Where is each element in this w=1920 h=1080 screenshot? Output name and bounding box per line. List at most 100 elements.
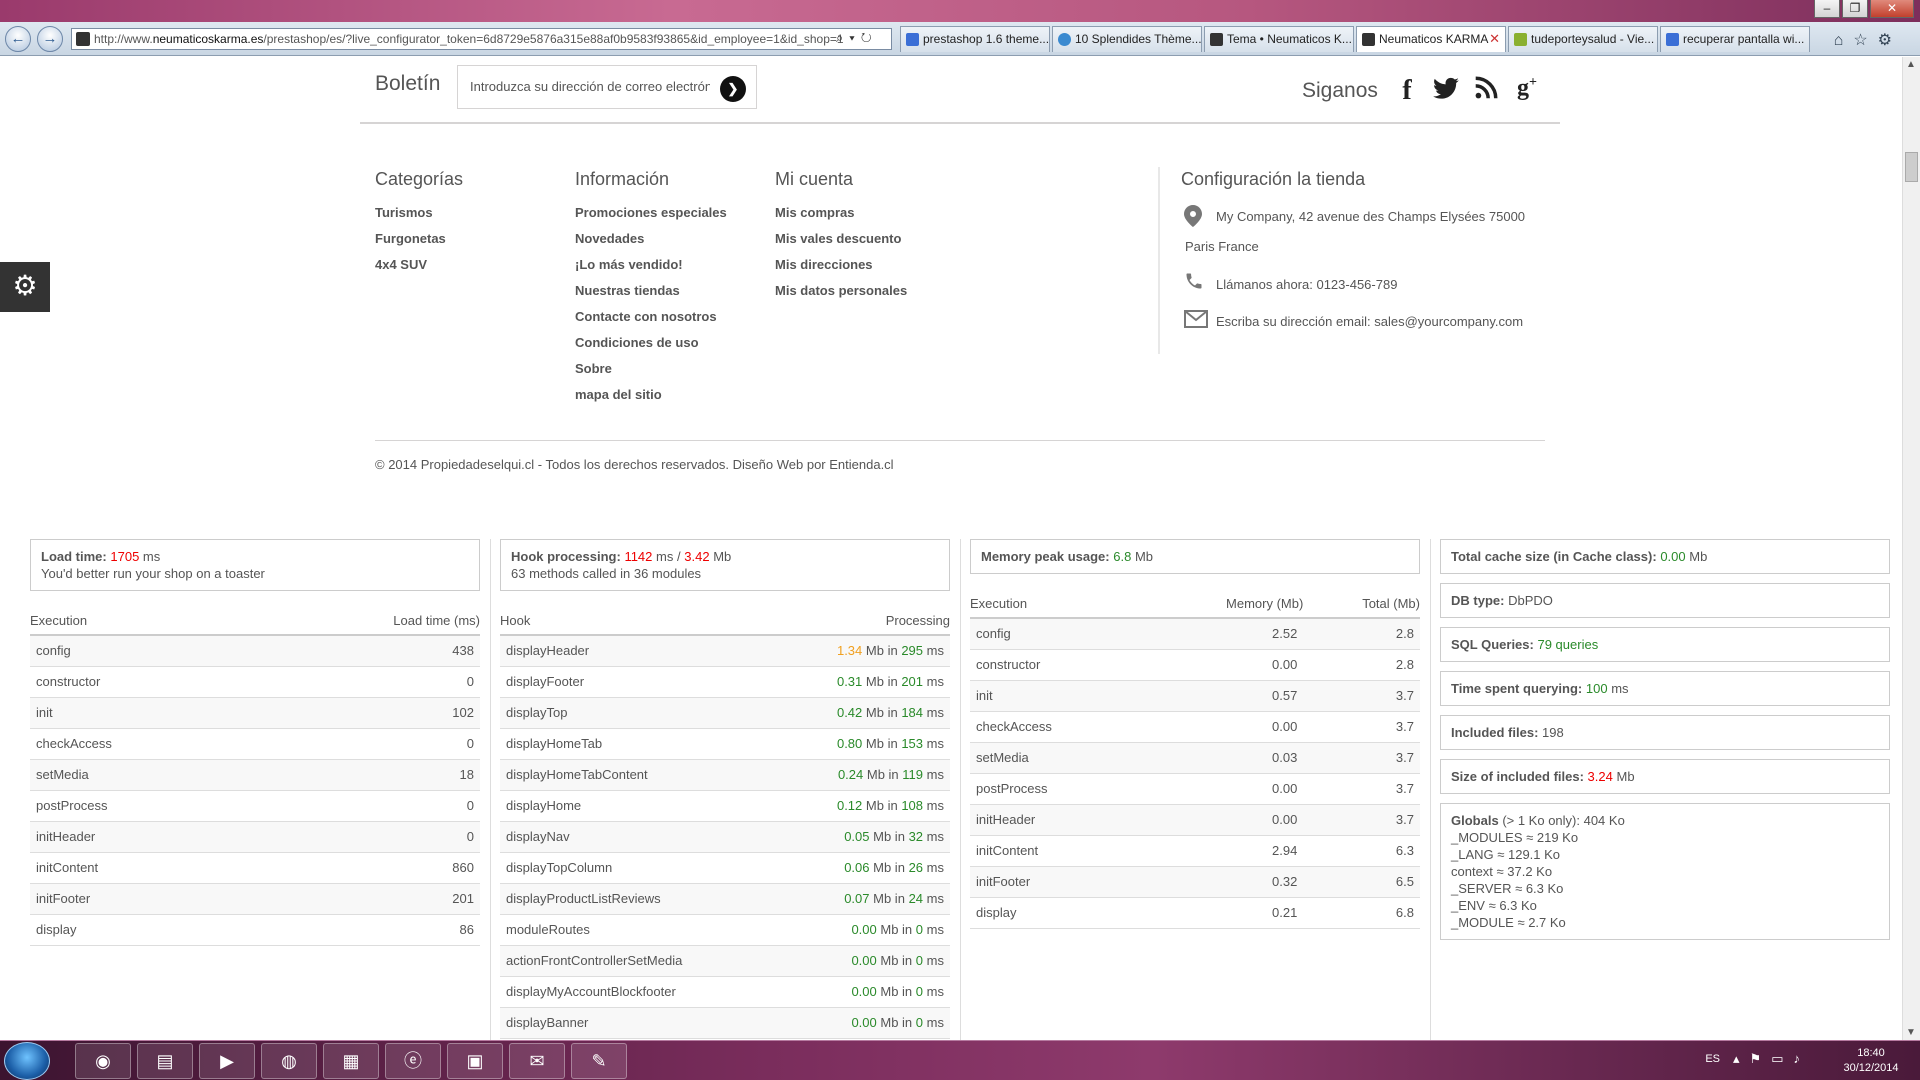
tab-prestashop-themes[interactable]: prestashop 1.6 theme... [900,26,1050,52]
network-icon[interactable]: ▭ [1771,1051,1793,1066]
info-link-contacte[interactable]: Contacte con nosotros [575,307,727,333]
execution-step-total: 3.7 [1303,742,1420,774]
tab-tema-neumaticos[interactable]: Tema • Neumaticos K... [1204,26,1354,52]
hook-time: 184 [901,705,924,720]
scroll-down-icon[interactable]: ▼ [1906,1027,1916,1038]
minimize-icon[interactable]: – [1814,0,1840,18]
close-window-icon[interactable]: ✕ [1870,0,1914,18]
forward-button[interactable]: → [37,26,63,52]
winrar-taskbar-icon[interactable]: ▦ [323,1043,379,1079]
memory-label: Memory peak usage [981,549,1106,564]
clock-date: 30/12/2014 [1843,1062,1899,1074]
email-address[interactable]: sales@yourcompany.com [1374,314,1523,329]
rss-icon[interactable] [1472,75,1500,107]
tab-splendides-themes[interactable]: 10 Splendides Thème... [1052,26,1202,52]
info-link-tiendas[interactable]: Nuestras tiendas [575,281,727,307]
info-link-mas-vendido[interactable]: ¡Lo más vendido! [575,255,727,281]
start-button[interactable] [4,1042,50,1080]
window-titlebar: – ❐ ✕ [0,0,1920,22]
back-button[interactable]: ← [5,26,31,52]
tab-label: Tema • Neumaticos K... [1227,32,1352,46]
profiler-separator [1430,539,1431,1040]
newsletter-submit-button[interactable]: ❯ [720,76,746,102]
info-link-condiciones[interactable]: Condiciones de uso [575,333,727,359]
file-explorer-taskbar-icon[interactable]: ▤ [137,1043,193,1079]
tab-neumaticos-karma[interactable]: Neumaticos KARMA ✕ [1356,26,1506,52]
execution-step-total: 6.8 [1303,897,1420,929]
hook-time: 24 [908,891,924,906]
tab-tudeporteysalud[interactable]: tudeporteysalud - Vie... [1508,26,1658,52]
tab-recuperar-pantalla[interactable]: recuperar pantalla wi... [1660,26,1810,52]
hook-processing: 0.80 Mb in 153 ms [775,728,950,760]
address-bar[interactable]: http://www.neumaticoskarma.es/prestashop… [71,28,892,50]
category-link-furgonetas[interactable]: Furgonetas [375,229,446,255]
hook-time-unit: ms [926,922,944,937]
chrome-taskbar-icon[interactable]: ◉ [75,1043,131,1079]
cache-size-value: 0.00 [1660,549,1686,564]
execution-step-memory: 0.57 [1147,680,1304,712]
volume-icon[interactable]: ♪ [1794,1051,1811,1066]
hook-memory: 0.31 [836,674,863,689]
execution-step-total: 6.3 [1303,835,1420,867]
home-icon[interactable]: ⌂ [1834,32,1854,49]
outlook-taskbar-icon[interactable]: ✉ [509,1043,565,1079]
theme-configurator-gear-icon[interactable]: ⚙ [0,262,50,312]
execution-step-name: checkAccess [30,728,257,760]
table-row: displayHome 0.12 Mb in 108 ms [500,790,950,822]
restore-icon[interactable]: ❐ [1842,0,1868,18]
dropdown-icon[interactable]: ▾ [849,30,860,45]
info-link-novedades[interactable]: Novedades [575,229,727,255]
action-center-flag-icon[interactable]: ⚑ [1750,1051,1772,1066]
account-link-datos[interactable]: Mis datos personales [775,281,907,307]
info-link-sobre[interactable]: Sobre [575,359,727,385]
memory-table: Execution Memory (Mb) Total (Mb) config 2… [970,596,1420,929]
scrollbar-thumb[interactable] [1905,152,1918,182]
hook-time-unit: ms [926,1015,944,1030]
facebook-icon[interactable]: f [1396,75,1418,107]
language-indicator[interactable]: ES [1705,1053,1720,1065]
execution-step-memory: 0.21 [1147,897,1304,929]
media-player-taskbar-icon[interactable]: ▶ [199,1043,255,1079]
social-title: Siganos [1302,79,1378,102]
category-link-4x4-suv[interactable]: 4x4 SUV [375,255,446,281]
account-link-direcciones[interactable]: Mis direcciones [775,255,907,281]
page-scrollbar[interactable]: ▲ ▼ [1902,57,1920,1040]
info-link-promociones[interactable]: Promociones especiales [575,203,727,229]
show-hidden-icons-icon[interactable]: ▴ [1733,1051,1750,1066]
search-icon[interactable]: ⌕ [836,30,849,45]
settings-gear-icon[interactable]: ⚙ [1878,32,1902,49]
execution-step-name: postProcess [30,790,257,822]
table-row: constructor 0.00 2.8 [970,649,1420,681]
execution-step-name: postProcess [970,773,1148,805]
hook-time: 0 [915,922,924,937]
google-plus-icon[interactable]: g+ [1510,75,1544,107]
favorites-star-icon[interactable]: ☆ [1853,32,1877,49]
table-row: display 0.21 6.8 [970,897,1420,929]
firefox-taskbar-icon[interactable]: ◍ [261,1043,317,1079]
site-favicon-icon [1362,33,1375,46]
information-title: Información [575,169,670,189]
account-link-vales[interactable]: Mis vales descuento [775,229,907,255]
scroll-up-icon[interactable]: ▲ [1906,59,1916,70]
execution-step-time: 860 [256,852,480,884]
internet-explorer-taskbar-icon[interactable]: ⓔ [385,1043,441,1079]
table-row: displayBanner 0.00 Mb in 0 ms [500,1007,950,1039]
newsletter-email-input[interactable] [470,79,710,94]
execution-step-name: config [970,618,1148,650]
profiler-hooks: Hook processing: 1142 ms / 3.42 Mb 63 me… [500,539,950,1039]
query-time-value: 100 [1585,681,1608,696]
phone-label: Llámanos ahora: [1216,277,1313,292]
hook-time-unit: ms [926,953,944,968]
account-link-compras[interactable]: Mis compras [775,203,907,229]
twitter-icon[interactable] [1430,75,1462,107]
info-link-mapa-sitio[interactable]: mapa del sitio [575,385,727,411]
system-clock[interactable]: 18:40 30/12/2014 [1836,1046,1906,1076]
close-tab-icon[interactable]: ✕ [1489,27,1500,51]
7zip-taskbar-icon[interactable]: ▣ [447,1043,503,1079]
globals-note: (> 1 Ko only): 404 Ko [1502,813,1625,828]
refresh-icon[interactable]: ↻ [861,30,878,45]
category-link-turismos[interactable]: Turismos [375,203,446,229]
paint-taskbar-icon[interactable]: ✎ [571,1043,627,1079]
included-files-value: 198 [1542,725,1564,740]
url-domain: neumaticoskarma.es [152,32,264,46]
